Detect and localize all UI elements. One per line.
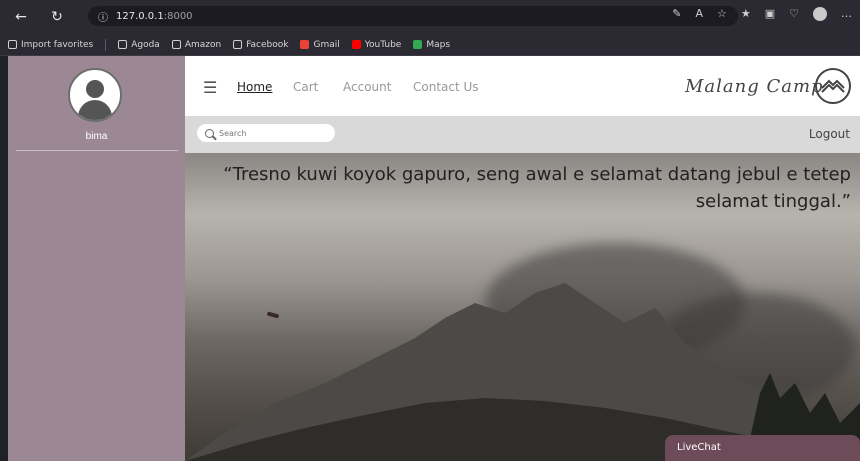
fav-import[interactable]: Import favorites: [8, 40, 93, 50]
fav-youtube[interactable]: YouTube: [351, 40, 401, 50]
page-icon: [118, 40, 128, 49]
favorite-star-icon[interactable]: ☆: [717, 7, 727, 21]
page-icon: [171, 40, 181, 49]
read-aloud-icon[interactable]: A: [695, 7, 703, 21]
search-icon: [205, 128, 214, 138]
address-url: 127.0.0.1: [116, 10, 164, 22]
hamburger-menu-icon[interactable]: ☰: [203, 78, 217, 97]
maps-icon: [413, 40, 423, 49]
page-icon: [233, 40, 243, 49]
nav-contact-us[interactable]: Contact Us: [413, 80, 479, 94]
livechat-button[interactable]: LiveChat: [665, 435, 860, 461]
info-icon: ⓘ: [98, 12, 108, 24]
back-icon[interactable]: ←: [10, 6, 32, 28]
browser-toolbar: ← ↻ ⓘ 127.0.0.1:8000 ✎ A ☆ ★ ▣ ♡ …: [0, 0, 860, 34]
heart-icon[interactable]: ♡: [789, 7, 799, 21]
youtube-icon: [351, 40, 361, 49]
profile-avatar-icon[interactable]: [813, 7, 827, 21]
avatar-body: [78, 100, 112, 120]
browser-tools: ✎ A ☆ ★ ▣ ♡ …: [672, 7, 852, 21]
gmail-icon: [300, 40, 310, 49]
fav-gmail[interactable]: Gmail: [300, 40, 340, 50]
search-placeholder: Search: [219, 128, 247, 138]
hero-banner: “Tresno kuwi koyok gapuro, seng awal e s…: [185, 153, 860, 461]
fav-facebook[interactable]: Facebook: [233, 40, 288, 50]
avatar-head: [86, 80, 104, 98]
address-url-port: :8000: [163, 10, 193, 22]
import-icon: [8, 40, 17, 49]
sidebar: bima: [8, 56, 185, 461]
sidebar-divider: [16, 150, 178, 151]
nav-cart[interactable]: Cart: [293, 80, 318, 94]
collections-icon[interactable]: ▣: [765, 7, 775, 21]
user-avatar-icon[interactable]: [68, 68, 122, 122]
mountain-logo-icon: [815, 68, 851, 104]
logout-link[interactable]: Logout: [809, 127, 850, 141]
more-icon[interactable]: …: [841, 7, 852, 21]
username: bima: [85, 131, 108, 142]
navbar: ☰ Home Cart Account Contact Us Malang Ca…: [185, 56, 860, 116]
web-page: bima ☰ Home Cart Account Contact Us Mala…: [8, 56, 860, 461]
brand-name: Malang Camp: [685, 76, 824, 97]
fav-maps[interactable]: Maps: [413, 40, 450, 50]
fav-amazon[interactable]: Amazon: [171, 40, 221, 50]
fav-separator: [105, 38, 107, 51]
search-input[interactable]: Search: [197, 124, 335, 142]
subbar: Search Logout: [185, 116, 860, 153]
hero-quote: “Tresno kuwi koyok gapuro, seng awal e s…: [223, 164, 851, 212]
nav-home[interactable]: Home: [237, 80, 272, 94]
address-bar[interactable]: ⓘ 127.0.0.1:8000: [88, 6, 738, 26]
favorites-bar: Import favorites Agoda Amazon Facebook G…: [0, 34, 860, 56]
refresh-icon[interactable]: ↻: [46, 6, 68, 28]
translate-icon[interactable]: ✎: [672, 7, 681, 21]
nav-account[interactable]: Account: [343, 80, 391, 94]
fav-agoda[interactable]: Agoda: [118, 40, 160, 50]
favorites-icon[interactable]: ★: [741, 7, 751, 21]
